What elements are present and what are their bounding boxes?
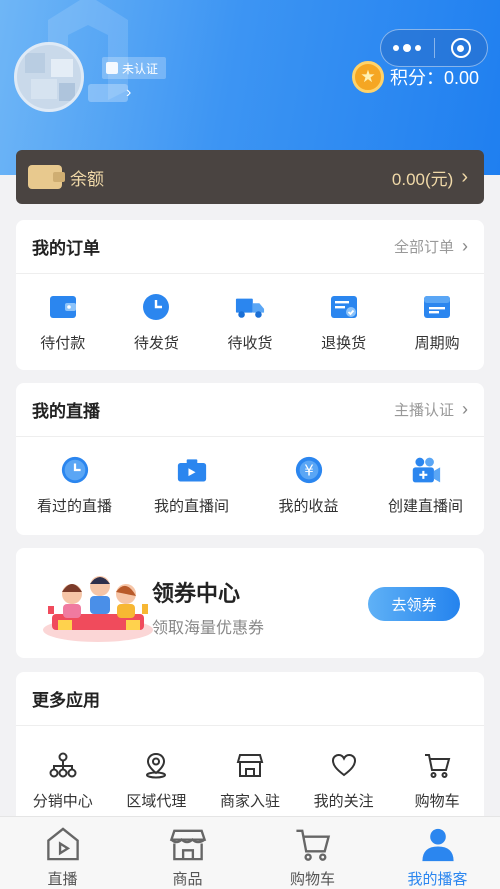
tab-live-label: 直播 — [47, 871, 78, 888]
app-merchant-join-label: 商家入驻 — [219, 792, 280, 810]
verify-status-label: 未认证 — [122, 61, 159, 76]
close-mini-program-button[interactable] — [434, 38, 487, 58]
orders-title: 我的订单 — [32, 239, 100, 258]
wallet-icon — [48, 292, 78, 322]
tab-products[interactable]: 商品 — [125, 817, 250, 889]
tab-products-label: 商品 — [172, 871, 203, 888]
orders-card: 我的订单 全部订单 › 待付款 待发货 待收货 退换货 周期购 — [16, 220, 484, 370]
cart-icon — [422, 750, 452, 780]
order-pending-receipt[interactable]: 待收货 — [203, 292, 297, 353]
app-merchant-join[interactable]: 商家入驻 — [203, 750, 297, 811]
chevron-right-icon[interactable]: › — [126, 84, 131, 102]
app-my-follows[interactable]: 我的关注 — [297, 750, 391, 811]
clock-icon — [141, 292, 171, 322]
balance-label: 余额 — [70, 169, 104, 189]
live-my-room-label: 我的直播间 — [153, 497, 229, 515]
target-circle-icon — [450, 38, 471, 58]
order-pending-shipment[interactable]: 待发货 — [110, 292, 204, 353]
coupon-title: 领券中心 — [152, 581, 241, 606]
video-add-icon — [411, 455, 441, 485]
points-value: 0.00 — [444, 68, 480, 88]
app-cart-label: 购物车 — [414, 792, 460, 810]
truck-icon — [235, 292, 265, 322]
live-watched[interactable]: 看过的直播 — [16, 455, 133, 516]
tab-my-podcast-label: 我的播客 — [407, 871, 468, 888]
clock-icon — [60, 455, 90, 485]
live-title: 我的直播 — [32, 402, 100, 421]
store-icon — [235, 750, 265, 780]
app-my-follows-label: 我的关注 — [313, 792, 374, 810]
live-icon — [46, 827, 79, 861]
wallet-icon — [28, 165, 65, 189]
get-coupon-button[interactable]: 去领券 — [368, 587, 460, 621]
star-coin-icon: ★ — [352, 61, 384, 93]
balance-bar[interactable]: 余额 0.00(元) › — [16, 150, 484, 204]
bottom-tab-bar: 直播 商品 购物车 我的播客 — [0, 816, 500, 889]
live-create-room-label: 创建直播间 — [387, 497, 463, 515]
more-apps-title: 更多应用 — [32, 691, 100, 710]
chevron-right-icon: › — [462, 236, 468, 256]
svg-text:¥: ¥ — [304, 461, 314, 479]
live-earnings[interactable]: ¥ 我的收益 — [250, 455, 367, 516]
cart-icon — [295, 829, 330, 861]
balance-amount: 0.00(元) — [391, 169, 454, 189]
order-returns-label: 退换货 — [321, 334, 367, 352]
app-distribution-center-label: 分销中心 — [32, 792, 93, 810]
return-icon — [329, 292, 359, 322]
more-dots-icon — [393, 45, 400, 51]
coupon-center-card[interactable]: 领券中心 领取海量优惠券 去领券 — [16, 548, 484, 658]
heart-icon — [329, 750, 359, 780]
coupon-subtitle: 领取海量优惠券 — [152, 620, 265, 637]
more-menu-button[interactable] — [381, 44, 434, 52]
order-pending-shipment-label: 待发货 — [133, 334, 179, 352]
tab-cart-label: 购物车 — [289, 871, 335, 888]
anchor-verify-link[interactable]: 主播认证 › — [394, 399, 468, 420]
order-subscription[interactable]: 周期购 — [390, 292, 484, 353]
app-regional-agent-label: 区域代理 — [126, 792, 187, 810]
chevron-right-icon: › — [462, 399, 468, 419]
live-my-room[interactable]: 我的直播间 — [133, 455, 250, 516]
points-display[interactable]: ★ 积分：0.00 — [352, 61, 479, 93]
live-card: 我的直播 主播认证 › 看过的直播 我的直播间 ¥ 我的收益 创建直播间 — [16, 383, 484, 535]
live-earnings-label: 我的收益 — [278, 497, 339, 515]
location-icon — [141, 750, 171, 780]
app-regional-agent[interactable]: 区域代理 — [110, 750, 204, 811]
avatar[interactable] — [14, 42, 84, 112]
yen-icon: ¥ — [294, 455, 324, 485]
username-blurred — [88, 84, 128, 102]
chevron-right-icon: › — [461, 165, 468, 188]
all-orders-link[interactable]: 全部订单 › — [394, 236, 468, 257]
calendar-icon — [422, 292, 452, 322]
order-returns[interactable]: 退换货 — [297, 292, 391, 353]
app-distribution-center[interactable]: 分销中心 — [16, 750, 110, 811]
order-subscription-label: 周期购 — [414, 334, 460, 352]
order-pending-payment-label: 待付款 — [40, 334, 86, 352]
more-apps-card: 更多应用 分销中心 区域代理 商家入驻 我的关注 购物车 — [16, 672, 484, 832]
order-pending-receipt-label: 待收货 — [227, 334, 273, 352]
tab-live[interactable]: 直播 — [0, 817, 125, 889]
camera-icon — [177, 455, 207, 485]
tab-my-podcast[interactable]: 我的播客 — [375, 817, 500, 889]
all-orders-label: 全部订单 — [393, 239, 454, 256]
tab-cart[interactable]: 购物车 — [250, 817, 375, 889]
order-pending-payment[interactable]: 待付款 — [16, 292, 110, 353]
verify-status-badge[interactable]: 未认证 — [102, 57, 167, 79]
user-icon — [421, 828, 454, 862]
anchor-verify-label: 主播认证 — [393, 402, 454, 419]
shop-icon — [169, 829, 206, 861]
live-watched-label: 看过的直播 — [36, 497, 112, 515]
points-label: 积分： — [390, 68, 444, 88]
people-gift-illustration-icon — [43, 576, 153, 642]
id-card-icon — [106, 62, 118, 74]
network-icon — [48, 750, 78, 780]
live-create-room[interactable]: 创建直播间 — [367, 455, 484, 516]
app-cart[interactable]: 购物车 — [390, 750, 484, 811]
profile-header: 未认证 › ★ 积分：0.00 — [0, 0, 500, 175]
